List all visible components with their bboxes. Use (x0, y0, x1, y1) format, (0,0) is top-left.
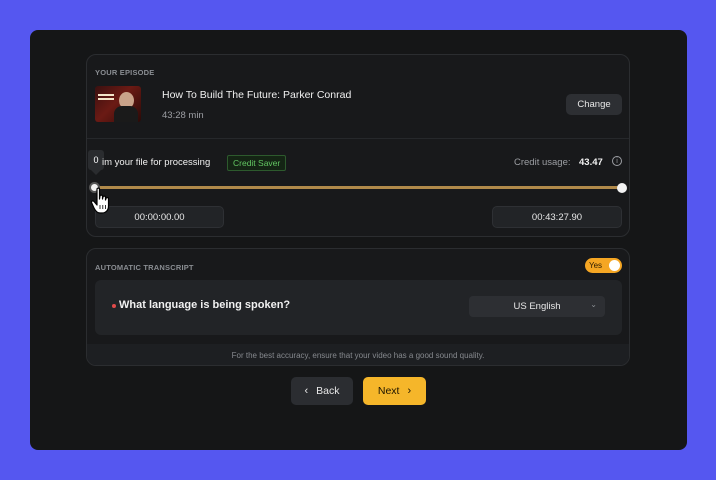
language-select[interactable]: US English ⌄ (469, 296, 605, 317)
next-button-label: Next (377, 385, 400, 397)
app-window: YOUR EPISODE How To Build The Future: Pa… (30, 30, 687, 450)
required-indicator (112, 304, 116, 308)
credit-usage-value: 43.47 (579, 157, 603, 168)
transcript-toggle[interactable]: Yes (585, 258, 622, 273)
toggle-label: Yes (589, 261, 603, 270)
language-panel: What language is being spoken? US Englis… (95, 280, 622, 335)
episode-card: YOUR EPISODE How To Build The Future: Pa… (86, 54, 630, 237)
toggle-knob (609, 260, 620, 271)
trim-slider-track[interactable] (95, 186, 623, 189)
chevron-left-icon: ‹ (304, 385, 309, 397)
back-button-label: Back (316, 385, 340, 397)
language-select-value: US English (513, 301, 561, 312)
transcript-section-label: AUTOMATIC TRANSCRIPT (95, 263, 194, 272)
chevron-down-icon: ⌄ (590, 300, 597, 309)
trim-end-time-field[interactable]: 00:43:27.90 (492, 206, 622, 228)
credit-saver-badge: Credit Saver (227, 155, 287, 171)
sound-quality-note: For the best accuracy, ensure that your … (87, 344, 629, 365)
back-button[interactable]: ‹ Back (291, 377, 353, 405)
transcript-card: AUTOMATIC TRANSCRIPT Yes What language i… (86, 248, 630, 366)
hand-cursor-icon (90, 187, 110, 214)
credit-usage-label: Credit usage: (514, 157, 571, 168)
info-icon[interactable]: i (612, 156, 622, 166)
trim-label: im your file for processing (102, 157, 211, 168)
trim-start-time-field[interactable]: 00:00:00.00 (95, 206, 224, 228)
chevron-right-icon: › (407, 385, 412, 397)
episode-thumbnail (95, 86, 141, 122)
change-episode-button[interactable]: Change (566, 94, 622, 115)
episode-section-label: YOUR EPISODE (95, 68, 155, 77)
trim-end-handle[interactable] (617, 183, 627, 193)
episode-duration: 43:28 min (162, 110, 204, 121)
divider (87, 138, 629, 139)
next-button[interactable]: Next › (363, 377, 426, 405)
episode-title: How To Build The Future: Parker Conrad (162, 89, 352, 101)
language-question: What language is being spoken? (119, 299, 291, 311)
